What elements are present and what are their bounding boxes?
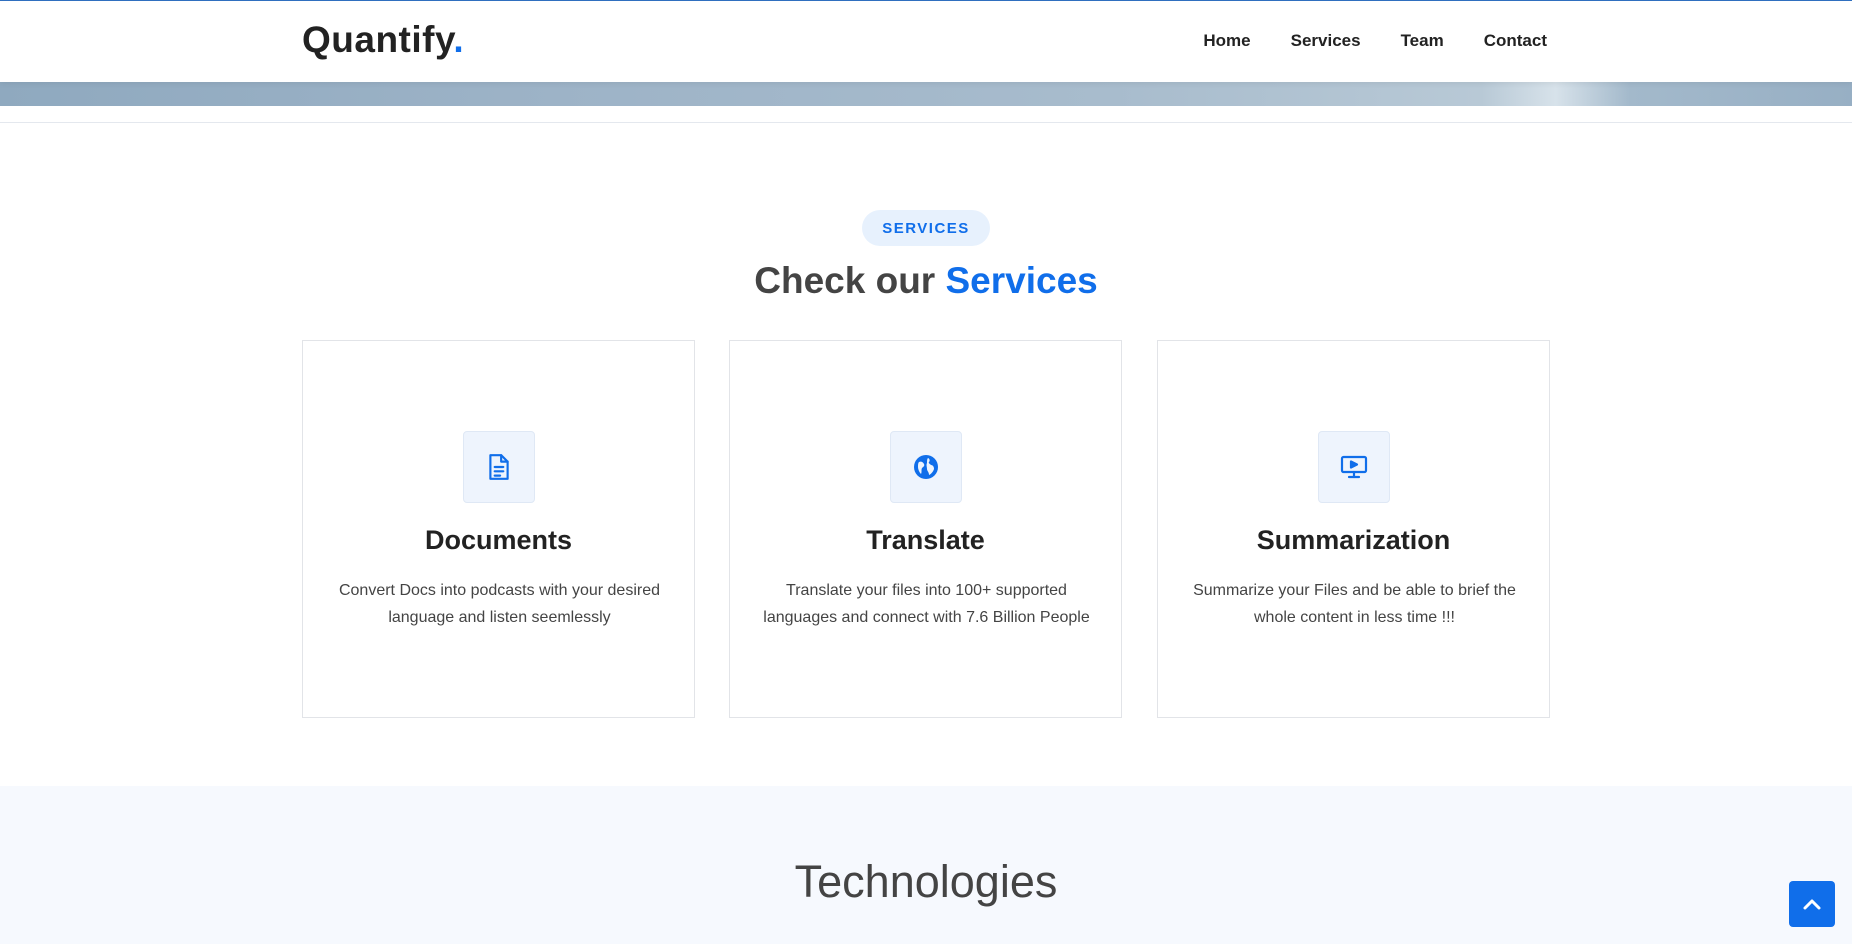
chevron-up-icon [1803,899,1821,910]
nav-link-services[interactable]: Services [1291,31,1361,51]
globe-icon [890,431,962,503]
service-card-summarization[interactable]: Summarization Summarize your Files and b… [1157,340,1550,718]
site-header: Quantify. Home Services Team Contact [0,0,1852,82]
nav-link-home[interactable]: Home [1203,31,1250,51]
service-card-documents[interactable]: Documents Convert Docs into podcasts wit… [302,340,695,718]
technologies-section: Technologies [0,786,1852,944]
hero-image-strip [0,82,1852,106]
nav-link-team[interactable]: Team [1401,31,1444,51]
card-title: Documents [424,525,573,555]
section-title-accent: Services [945,260,1098,301]
nav-link-contact[interactable]: Contact [1484,31,1547,51]
card-title: Translate [866,525,985,555]
hero-divider [0,106,1852,123]
logo-dot: . [453,19,465,60]
service-card-translate[interactable]: Translate Translate your files into 100+… [729,340,1122,718]
card-description: Translate your files into 100+ supported… [763,582,1090,626]
card-title: Summarization [1256,525,1451,555]
card-description: Summarize your Files and be able to brie… [1193,582,1516,626]
section-badge: SERVICES [862,210,990,246]
logo-text: Quantify [302,19,454,60]
logo[interactable]: Quantify. [302,19,464,61]
document-icon [463,431,535,503]
section-title-prefix: Check our [754,260,936,301]
back-to-top-button[interactable] [1789,881,1835,927]
services-section: SERVICES Check our Services Documents Co… [0,124,1852,786]
card-description: Convert Docs into podcasts with your des… [338,582,661,626]
technologies-title: Technologies [794,856,1058,907]
presentation-icon [1318,431,1390,503]
main-nav: Home Services Team Contact [1203,31,1547,51]
section-title: Check our Services [0,260,1852,302]
